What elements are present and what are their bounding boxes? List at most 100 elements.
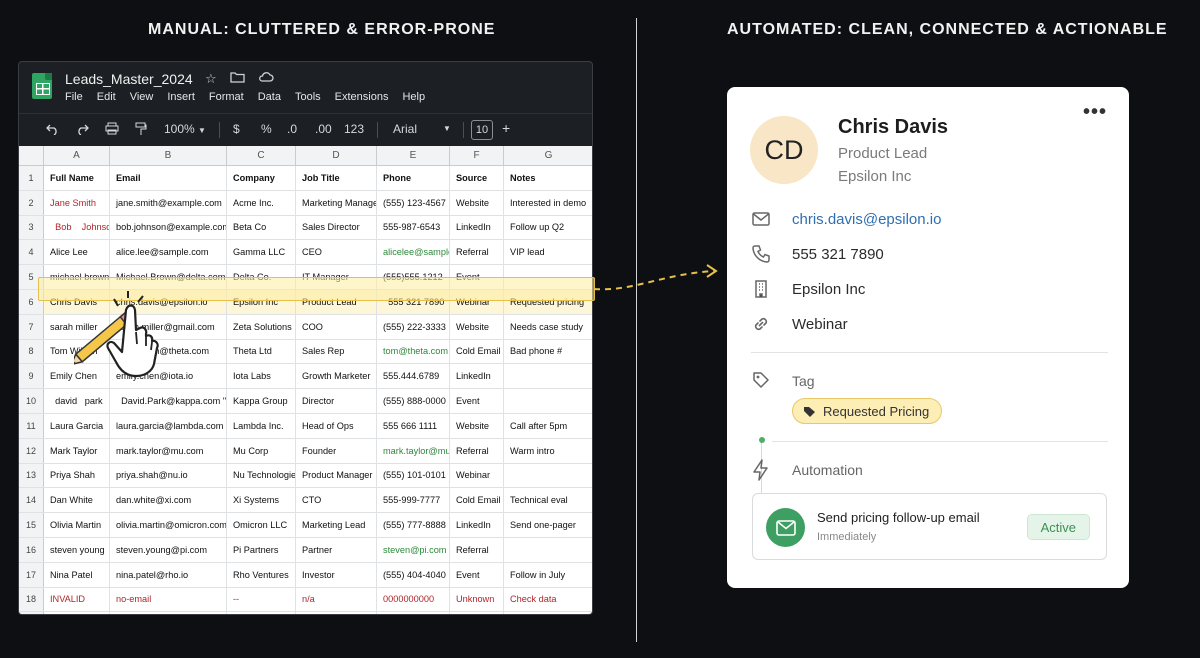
table-cell[interactable]: Total Leads: 17 (44, 612, 110, 614)
column-header-e[interactable]: E (377, 146, 450, 166)
table-cell[interactable]: priya.shah@nu.io (110, 463, 227, 488)
table-cell[interactable]: 555 666 1111 (377, 414, 450, 438)
table-cell[interactable]: Event (450, 389, 504, 413)
table-cell[interactable]: 555.444.6789 (377, 364, 450, 389)
table-cell[interactable]: Website (450, 190, 504, 215)
table-cell[interactable]: Alice Lee (44, 240, 110, 265)
font-chevron-down-icon[interactable]: ▼ (443, 124, 451, 133)
table-cell[interactable]: (555) 123-4567 (377, 190, 450, 215)
table-cell[interactable]: Theta Ltd (227, 339, 296, 364)
table-cell[interactable]: Referral (450, 438, 504, 463)
table-cell[interactable]: Nina Patel (44, 562, 110, 587)
zoom-select[interactable]: 100% ▼ (164, 122, 206, 136)
column-header-c[interactable]: C (227, 146, 296, 166)
table-cell[interactable]: Zeta Solutions (227, 314, 296, 339)
redo-icon[interactable] (76, 122, 89, 138)
table-cell[interactable]: (555) 222-3333 (377, 314, 450, 339)
percent-format-button[interactable]: % (261, 122, 272, 136)
table-cell[interactable]: Lambda Inc. (227, 414, 296, 438)
phone-row[interactable]: 555 321 7890 (751, 244, 884, 264)
table-cell[interactable]: LinkedIn (450, 364, 504, 389)
table-cell[interactable]: Priya Shah (44, 463, 110, 488)
table-cell[interactable] (504, 364, 592, 388)
table-cell[interactable]: steven young (44, 538, 110, 562)
table-cell[interactable]: Xi Systems (227, 488, 296, 513)
table-cell[interactable]: no-email (110, 587, 227, 612)
menu-item-view[interactable]: View (130, 91, 154, 103)
table-cell[interactable]: Head of Ops (296, 414, 377, 438)
table-cell[interactable]: Mark Taylor (44, 438, 110, 463)
table-cell[interactable]: steven@pi.com (377, 538, 450, 562)
row-number[interactable]: 4 (19, 240, 44, 265)
table-cell[interactable] (227, 612, 296, 614)
print-icon[interactable] (105, 122, 119, 138)
table-cell[interactable]: CTO (296, 488, 377, 513)
table-cell[interactable] (504, 464, 592, 488)
table-cell[interactable]: (555) 888-0000 (377, 389, 450, 413)
table-cell[interactable] (450, 612, 504, 614)
menu-item-extensions[interactable]: Extensions (335, 91, 389, 103)
email-row[interactable]: chris.davis@epsilon.io (751, 209, 941, 229)
menu-item-insert[interactable]: Insert (167, 91, 195, 103)
table-cell[interactable]: INVALID (44, 587, 110, 612)
table-cell[interactable]: 555-987-6543 (377, 215, 450, 240)
table-cell[interactable]: Jane Smith (44, 190, 110, 215)
table-cell[interactable]: Kappa Group (227, 389, 296, 413)
table-cell[interactable]: laura.garcia@lambda.com (110, 414, 227, 438)
row-number[interactable]: 3 (19, 215, 44, 240)
column-title[interactable]: Email (110, 166, 227, 190)
table-cell[interactable]: Cold Email (450, 339, 504, 364)
table-cell[interactable]: jane.smith@example.com (110, 190, 227, 215)
table-cell[interactable]: 0000000000 (377, 587, 450, 612)
table-cell[interactable]: Unknown (450, 587, 504, 612)
table-cell[interactable]: Beta Co (227, 215, 296, 240)
table-cell[interactable]: David.Park@kappa.com " (110, 389, 227, 413)
tag-chip[interactable]: Requested Pricing (792, 398, 943, 424)
table-cell[interactable]: Product Manager (296, 463, 377, 488)
table-cell[interactable]: Director (296, 389, 377, 413)
table-cell[interactable]: Website (450, 314, 504, 339)
table-cell[interactable]: n/a (296, 587, 377, 612)
table-cell[interactable]: Rho Ventures (227, 562, 296, 587)
table-cell[interactable]: Bob Johnson (44, 215, 110, 240)
table-cell[interactable]: Interested in demo (504, 191, 592, 215)
table-cell[interactable]: olivia.martin@omicron.com (110, 513, 227, 537)
table-cell[interactable] (377, 612, 450, 614)
row-number[interactable]: 10 (19, 389, 44, 413)
column-header-f[interactable]: F (450, 146, 504, 166)
automation-item[interactable]: Send pricing follow-up email Immediately… (752, 493, 1107, 560)
decrease-decimal-button[interactable]: .0 (287, 122, 297, 136)
table-cell[interactable]: (555) 101-0101 (377, 463, 450, 488)
paint-format-icon[interactable] (135, 122, 147, 139)
row-number[interactable]: 18 (19, 587, 44, 612)
row-number[interactable]: 12 (19, 438, 44, 463)
table-cell[interactable]: Webinar (450, 463, 504, 488)
currency-format-button[interactable]: $ (233, 122, 240, 136)
table-cell[interactable]: Growth Marketer (296, 364, 377, 389)
column-title[interactable]: Company (227, 166, 296, 190)
font-size-input[interactable]: 10 (471, 120, 493, 140)
font-select[interactable]: Arial (393, 122, 417, 136)
table-cell[interactable]: nina.patel@rho.io (110, 562, 227, 587)
menu-item-file[interactable]: File (65, 91, 83, 103)
table-cell[interactable]: Warm intro (504, 439, 592, 463)
table-cell[interactable]: Send one-pager (504, 513, 592, 537)
column-header-b[interactable]: B (110, 146, 227, 166)
folder-move-icon[interactable] (230, 71, 245, 87)
table-cell[interactable]: Website (450, 414, 504, 438)
table-cell[interactable]: Gamma LLC (227, 240, 296, 265)
menu-item-edit[interactable]: Edit (97, 91, 116, 103)
menu-item-data[interactable]: Data (258, 91, 281, 103)
table-cell[interactable] (504, 538, 592, 562)
table-cell[interactable]: mark.taylor@mu.com (377, 438, 450, 463)
table-cell[interactable]: Referral (450, 538, 504, 562)
column-title[interactable]: Source (450, 166, 504, 190)
table-cell[interactable]: Acme Inc. (227, 190, 296, 215)
row-number[interactable]: 8 (19, 339, 44, 364)
table-cell[interactable]: steven.young@pi.com (110, 538, 227, 562)
column-title[interactable]: Phone (377, 166, 450, 190)
table-cell[interactable]: Dan White (44, 488, 110, 513)
row-number[interactable]: 16 (19, 538, 44, 562)
table-cell[interactable]: Investor (296, 562, 377, 587)
row-number[interactable]: 7 (19, 314, 44, 339)
